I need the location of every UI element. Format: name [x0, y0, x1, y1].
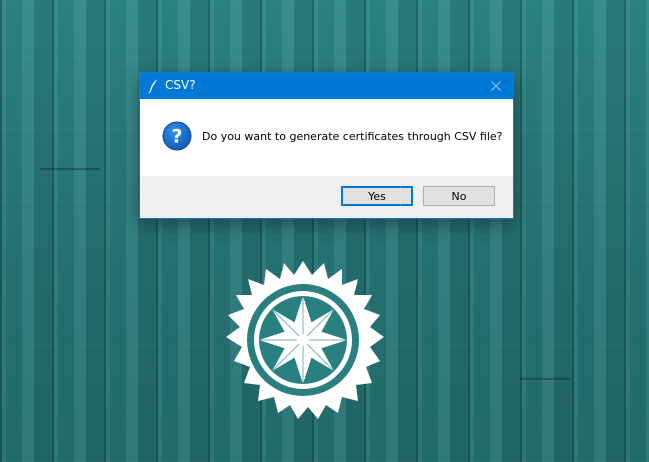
- wood-plank-joint: [520, 378, 570, 380]
- desktop-wallpaper: CSV? ? Do you want to generate certifica…: [0, 0, 649, 462]
- yes-button[interactable]: Yes: [341, 186, 413, 206]
- close-icon: [491, 81, 501, 91]
- wood-plank-joint: [40, 168, 100, 170]
- close-button[interactable]: [479, 73, 513, 99]
- dialog-titlebar[interactable]: CSV?: [140, 73, 513, 99]
- question-icon: ?: [162, 121, 192, 151]
- feather-icon: [148, 79, 158, 94]
- csv-dialog: CSV? ? Do you want to generate certifica…: [139, 72, 514, 219]
- no-button[interactable]: No: [423, 186, 495, 206]
- sun-mandala-emblem: [226, 261, 384, 419]
- dialog-footer: Yes No: [140, 176, 513, 218]
- dialog-content: ? Do you want to generate certificates t…: [140, 99, 513, 176]
- dialog-message: Do you want to generate certificates thr…: [202, 130, 503, 143]
- svg-text:?: ?: [171, 126, 182, 148]
- dialog-title: CSV?: [165, 78, 196, 92]
